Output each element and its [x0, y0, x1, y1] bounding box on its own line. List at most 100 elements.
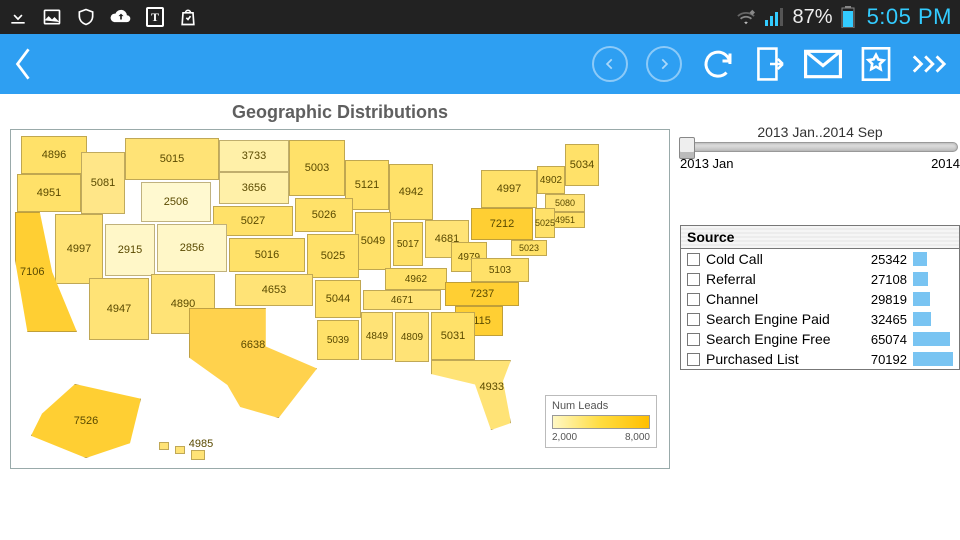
state-ky[interactable]: 4962 — [385, 268, 447, 290]
cloud-upload-icon — [110, 7, 132, 27]
checkbox[interactable] — [687, 313, 700, 326]
source-bar — [913, 332, 953, 346]
state-ak[interactable]: 7526 — [31, 384, 141, 458]
state-co[interactable]: 2856 — [157, 224, 227, 272]
state-ar[interactable]: 5044 — [315, 280, 361, 318]
checkbox[interactable] — [687, 353, 700, 366]
checkbox[interactable] — [687, 273, 700, 286]
legend-gradient — [552, 415, 650, 429]
source-table: Source Cold Call 25342 Referral 27108 Channe… — [680, 225, 960, 370]
signal-icon — [765, 8, 785, 26]
slider-range-label: 2013 Jan..2014 Sep — [680, 124, 960, 140]
state-tx[interactable]: 6638 — [189, 308, 317, 418]
checkbox[interactable] — [687, 333, 700, 346]
slider-end-label: 2014 — [931, 156, 960, 171]
state-mi[interactable]: 4942 — [389, 164, 433, 220]
slider-track[interactable] — [682, 142, 958, 152]
source-value: 32465 — [859, 312, 907, 327]
battery-percent: 87% — [793, 6, 833, 29]
state-or[interactable]: 4951 — [17, 174, 81, 212]
back-button[interactable] — [12, 45, 52, 83]
source-label: Referral — [706, 271, 853, 287]
checkbox[interactable] — [687, 253, 700, 266]
state-vt[interactable]: 4902 — [537, 166, 565, 194]
source-value: 65074 — [859, 332, 907, 347]
export-button[interactable] — [754, 46, 786, 82]
state-tn[interactable]: 4671 — [363, 290, 441, 310]
source-bar — [913, 272, 953, 286]
page-title: Geographic Distributions — [0, 94, 680, 129]
source-row[interactable]: Search Engine Paid 32465 — [681, 309, 959, 329]
state-nv[interactable]: 4997 — [55, 214, 103, 284]
slider-thumb[interactable] — [679, 137, 695, 159]
source-label: Search Engine Paid — [706, 311, 853, 327]
source-bar — [913, 252, 953, 266]
state-fl[interactable]: 4933 — [431, 360, 511, 430]
image-icon — [42, 7, 62, 27]
source-row[interactable]: Referral 27108 — [681, 269, 959, 289]
state-mn[interactable]: 5003 — [289, 140, 345, 196]
state-ks[interactable]: 5016 — [229, 238, 305, 272]
state-va[interactable]: 5103 — [471, 258, 529, 282]
favorite-button[interactable] — [860, 47, 892, 81]
source-value: 27108 — [859, 272, 907, 287]
refresh-button[interactable] — [700, 46, 736, 82]
legend-title: Num Leads — [552, 400, 650, 412]
state-mo[interactable]: 5025 — [307, 234, 359, 278]
state-nc[interactable]: 7237 — [445, 282, 519, 306]
battery-icon — [841, 6, 855, 28]
source-row[interactable]: Purchased List 70192 — [681, 349, 959, 369]
us-map[interactable]: 4896 4951 5081 5015 3733 5003 5121 4942 … — [10, 129, 670, 469]
app-header — [0, 34, 960, 94]
source-row[interactable]: Search Engine Free 65074 — [681, 329, 959, 349]
nav-prev-button[interactable] — [592, 46, 628, 82]
state-ia[interactable]: 5026 — [295, 198, 353, 232]
mail-button[interactable] — [804, 49, 842, 79]
state-wa[interactable]: 4896 — [21, 136, 87, 174]
state-me[interactable]: 5034 — [565, 144, 599, 186]
source-label: Cold Call — [706, 251, 853, 267]
source-bar — [913, 292, 953, 306]
state-ut[interactable]: 2915 — [105, 224, 155, 276]
checkbox[interactable] — [687, 293, 700, 306]
state-id[interactable]: 5081 — [81, 152, 125, 214]
state-nd[interactable]: 3733 — [219, 140, 289, 172]
state-pa[interactable]: 7212 — [471, 208, 533, 240]
wifi-icon — [735, 8, 757, 26]
source-value: 25342 — [859, 252, 907, 267]
more-button[interactable] — [910, 52, 948, 76]
source-table-header: Source — [681, 226, 959, 249]
map-legend: Num Leads 2,000 8,000 — [545, 395, 657, 448]
nytimes-icon: T — [146, 7, 164, 27]
state-al[interactable]: 4809 — [395, 312, 429, 362]
android-status-bar: T 87% 5:05 PM — [0, 0, 960, 34]
state-ny[interactable]: 4997 — [481, 170, 537, 208]
state-la[interactable]: 5039 — [317, 320, 359, 360]
state-nj[interactable]: 5025 — [535, 208, 555, 238]
state-md[interactable]: 5023 — [511, 240, 547, 256]
date-slider[interactable]: 2013 Jan..2014 Sep 2013 Jan 2014 — [680, 124, 960, 171]
state-ms[interactable]: 4849 — [361, 312, 393, 360]
shopping-bag-icon — [178, 6, 198, 28]
state-ok[interactable]: 4653 — [235, 274, 313, 306]
state-wy[interactable]: 2506 — [141, 182, 211, 222]
legend-min: 2,000 — [552, 432, 577, 443]
legend-max: 8,000 — [625, 432, 650, 443]
source-bar — [913, 312, 953, 326]
source-label: Search Engine Free — [706, 331, 853, 347]
state-il[interactable]: 5049 — [355, 212, 391, 270]
state-ga[interactable]: 5031 — [431, 312, 475, 360]
download-icon — [8, 7, 28, 27]
source-label: Channel — [706, 291, 853, 307]
state-in[interactable]: 5017 — [393, 222, 423, 266]
state-az[interactable]: 4947 — [89, 278, 149, 340]
nav-next-button[interactable] — [646, 46, 682, 82]
source-label: Purchased List — [706, 351, 853, 367]
source-row[interactable]: Cold Call 25342 — [681, 249, 959, 269]
clock: 5:05 PM — [867, 4, 952, 30]
state-mt[interactable]: 5015 — [125, 138, 219, 180]
source-row[interactable]: Channel29819 — [681, 289, 959, 309]
state-sd[interactable]: 3656 — [219, 172, 289, 204]
shield-icon — [76, 7, 96, 27]
source-value: 70192 — [859, 352, 907, 367]
